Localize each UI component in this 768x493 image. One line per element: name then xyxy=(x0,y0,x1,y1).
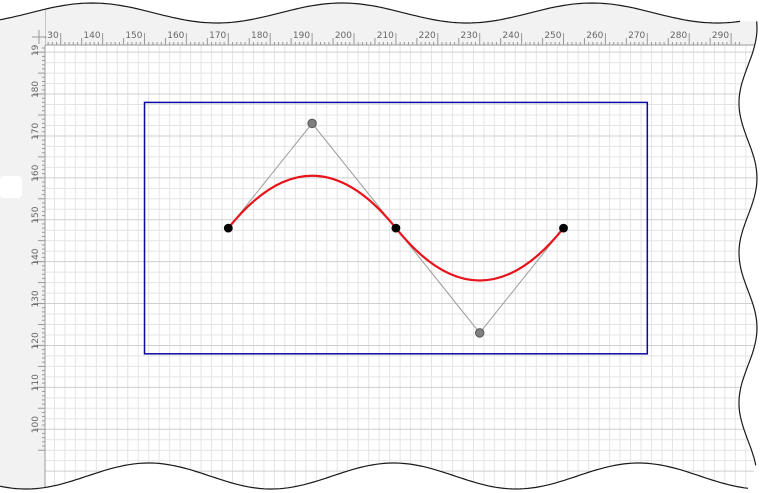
horizontal-ruler-label: 240 xyxy=(502,31,519,41)
horizontal-ruler-label: 190 xyxy=(293,31,310,41)
horizontal-ruler-label: 220 xyxy=(419,31,436,41)
horizontal-ruler-label: 180 xyxy=(251,31,268,41)
anchor-point[interactable] xyxy=(223,223,233,233)
horizontal-ruler-label: 280 xyxy=(670,31,687,41)
vertical-ruler-label: 100 xyxy=(31,416,41,433)
horizontal-ruler-label: 230 xyxy=(461,31,478,41)
vertical-ruler[interactable]: 190180170160150140130120110100 xyxy=(0,0,46,493)
horizontal-ruler-label: 270 xyxy=(628,31,645,41)
horizontal-ruler-label: 260 xyxy=(586,31,603,41)
horizontal-ruler-label: 140 xyxy=(83,31,100,41)
vertical-ruler-label: 130 xyxy=(31,290,41,307)
vertical-ruler-label: 180 xyxy=(31,81,41,98)
vertical-ruler-label: 110 xyxy=(31,374,41,391)
horizontal-ruler-label: 160 xyxy=(167,31,184,41)
vertical-ruler-label: 160 xyxy=(31,164,41,181)
vertical-ruler-label: 120 xyxy=(31,332,41,349)
horizontal-ruler-label: 170 xyxy=(209,31,226,41)
anchor-point[interactable] xyxy=(391,223,401,233)
horizontal-ruler-label: 200 xyxy=(335,31,352,41)
control-handle[interactable] xyxy=(475,328,485,338)
torn-edge-right xyxy=(738,21,758,466)
drawing-canvas[interactable]: 130 140 150 160 170 180 190 200 210 220 230 240 250 2… xyxy=(0,0,768,493)
paper-sheet[interactable]: 130 140 150 160 170 180 190 200 210 220 230 240 250 2… xyxy=(0,0,768,493)
anchor-point[interactable] xyxy=(559,223,568,233)
horizontal-ruler-label: 250 xyxy=(544,31,561,41)
canvas-svg[interactable]: 130 140 150 160 170 180 190 200 210 220 230 240 250 2… xyxy=(0,0,768,493)
vertical-ruler-label: 140 xyxy=(31,248,41,265)
ruler-origin-corner[interactable] xyxy=(0,0,45,45)
control-handle[interactable] xyxy=(307,118,317,129)
vertical-ruler-label: 150 xyxy=(31,206,41,223)
horizontal-ruler-label: 210 xyxy=(377,31,394,41)
side-tab[interactable] xyxy=(0,176,22,198)
horizontal-ruler-label: 290 xyxy=(712,31,729,41)
vertical-ruler-label: 170 xyxy=(31,122,41,139)
horizontal-ruler-label: 150 xyxy=(125,31,142,41)
horizontal-ruler[interactable]: 130 140 150 160 170 180 190 200 210 220 230 240 250 2… xyxy=(0,0,768,46)
